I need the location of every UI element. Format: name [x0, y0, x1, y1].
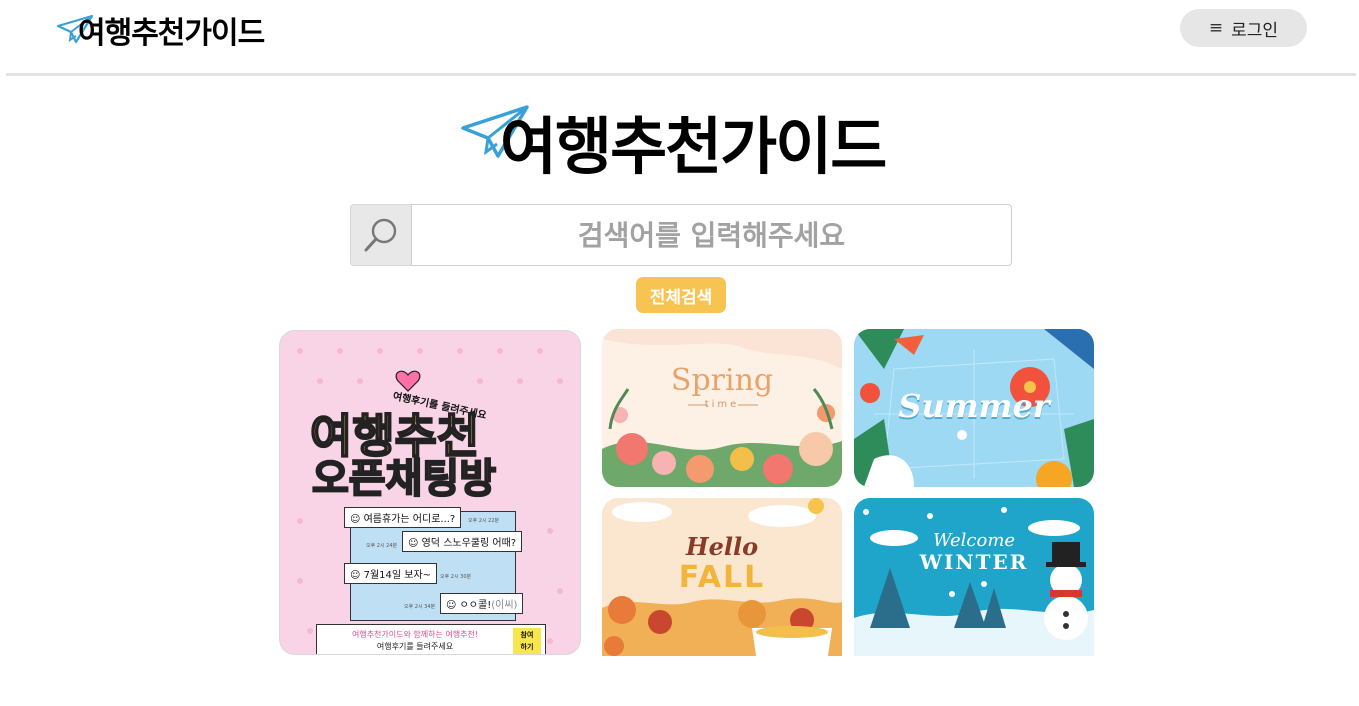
chat-text: 영덕 스노우쿨링 어때? — [421, 538, 517, 549]
chat-bubble: ☺ ㅇㅇ콜!(이씨) — [440, 593, 524, 614]
hero-logo: 여행추천가이드 — [460, 102, 900, 186]
fall-season-card[interactable]: Hello FALL — [602, 498, 842, 656]
login-label: 로그인 — [1231, 20, 1279, 41]
search-icon — [364, 218, 397, 252]
header-logo-text: 여행추천가이드 — [78, 16, 265, 51]
join-label-2: 하기 — [520, 643, 534, 651]
all-search-button[interactable]: 전체검색 — [636, 277, 726, 313]
event-footer-line1: 여행추천가이드와 함께하는 여행추천! — [351, 630, 479, 639]
spring-illustration — [602, 329, 842, 487]
join-button[interactable]: 참여하기 — [513, 628, 541, 654]
summer-illustration — [854, 329, 1094, 487]
chat-bubble: ☺ 7월14일 보자~ — [344, 563, 438, 584]
chat-text: 여름휴가는 어디로...? — [363, 514, 456, 525]
search-button[interactable] — [350, 204, 411, 266]
event-title-line1: 여행추천 — [309, 409, 480, 463]
chat-extra: (이씨) — [491, 600, 518, 611]
hero-logo-text: 여행추천가이드 — [500, 110, 887, 183]
spring-season-card[interactable]: Spring time — [602, 329, 842, 487]
fall-illustration — [602, 498, 842, 656]
summer-season-card[interactable]: Summer — [854, 329, 1094, 487]
search-input[interactable] — [411, 204, 1012, 266]
hamburger-icon: ≡ — [1208, 17, 1224, 38]
header-divider — [6, 73, 1356, 76]
open-chat-event-card[interactable]: 여행후기를 들려주세요 여행추천 오픈채팅방 ☺ 여름휴가는 어디로...? 오… — [279, 330, 581, 655]
winter-illustration — [854, 507, 1094, 656]
winter-season-card[interactable]: Welcome WINTER — [854, 498, 1094, 656]
chat-bubble: ☺ 여름휴가는 어디로...? — [344, 507, 462, 528]
chat-time: 오후 2시 30분 — [440, 574, 472, 580]
chat-text: 7월14일 보자~ — [363, 570, 432, 581]
chat-time: 오후 2시 34분 — [404, 604, 436, 610]
site-header: 여행추천가이드 ≡ 로그인 — [0, 0, 1359, 76]
chat-time: 오후 2시 22분 — [468, 518, 500, 524]
event-title-line2: 오픈채팅방 — [311, 456, 497, 502]
search-bar — [350, 204, 1012, 266]
event-footer: 여행추천가이드와 함께하는 여행추천! 여행후기를 들려주세요 참여하기 — [316, 624, 546, 654]
chat-text: ㅇㅇ콜! — [459, 600, 492, 611]
join-label-1: 참여 — [520, 631, 534, 639]
header-logo[interactable]: 여행추천가이드 — [56, 14, 265, 54]
login-button[interactable]: ≡ 로그인 — [1180, 9, 1307, 47]
chat-bubble: ☺ 영덕 스노우쿨링 어때? — [402, 531, 523, 552]
chat-time: 오후 2시 24분 — [366, 543, 398, 549]
event-footer-line2: 여행후기를 들려주세요 — [376, 642, 454, 651]
